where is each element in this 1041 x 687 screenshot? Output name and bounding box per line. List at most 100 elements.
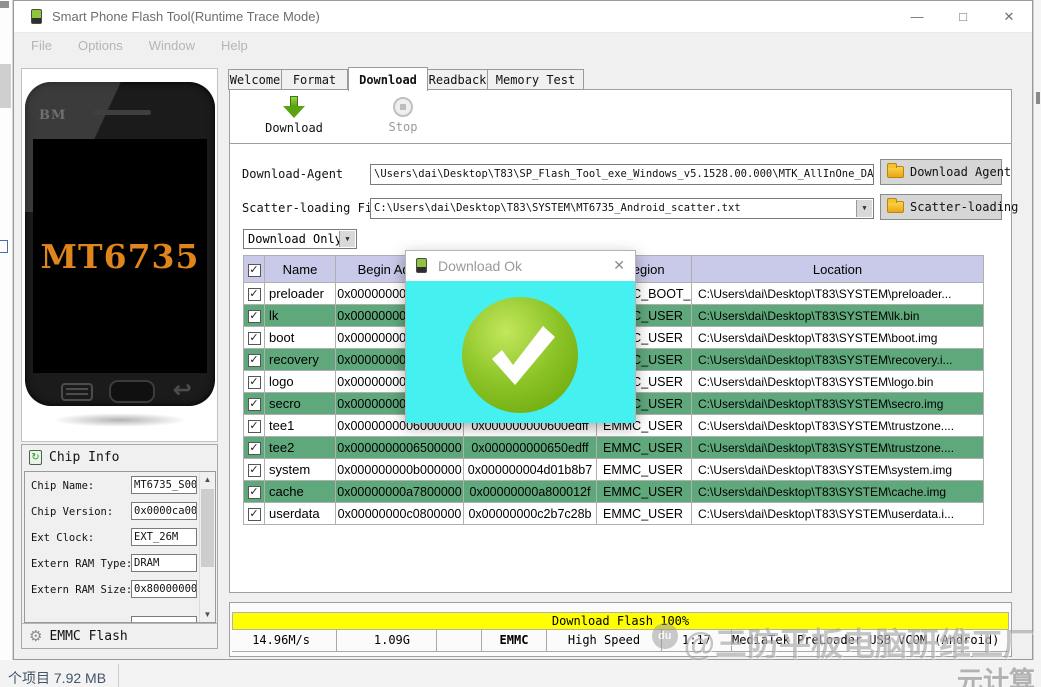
status-bar: 14.96M/s 1.09G EMMC High Speed 1:17 Medi… (232, 630, 1009, 652)
partition-name: cache (265, 481, 336, 503)
status-data-size: 1.09G (337, 630, 437, 652)
phone-menu-icon (61, 383, 93, 401)
maximize-button[interactable]: □ (940, 1, 986, 32)
chip-info-icon: ↻ (29, 450, 42, 465)
phone-shadow (52, 413, 188, 427)
download-action-button[interactable]: Download (246, 94, 342, 140)
table-row[interactable]: system 0x000000000b000000 0x000000004d01… (244, 459, 984, 481)
dialog-title-bar[interactable]: Download Ok ✕ (406, 251, 635, 281)
scroll-down-icon[interactable]: ▼ (200, 608, 215, 622)
partition-name: userdata (265, 503, 336, 525)
partition-location[interactable]: C:\Users\dai\Desktop\T83\SYSTEM\trustzon… (692, 415, 984, 437)
chip-info-scrollbar[interactable]: ▲ ▼ (199, 473, 214, 622)
header-name[interactable]: Name (265, 256, 336, 283)
table-row[interactable]: cache 0x00000000a7800000 0x00000000a8000… (244, 481, 984, 503)
tab-format[interactable]: Format (282, 69, 348, 90)
partition-location[interactable]: C:\Users\dai\Desktop\T83\SYSTEM\lk.bin (692, 305, 984, 327)
explorer-item-count: 个项目 7.92 MB (8, 668, 106, 687)
stop-action-button[interactable]: Stop (355, 94, 451, 140)
row-checkbox[interactable] (248, 486, 261, 499)
table-row[interactable]: userdata 0x00000000c0800000 0x00000000c2… (244, 503, 984, 525)
menu-file[interactable]: File (18, 38, 65, 53)
menu-options[interactable]: Options (65, 38, 136, 53)
partition-location[interactable]: C:\Users\dai\Desktop\T83\SYSTEM\boot.img (692, 327, 984, 349)
row-checkbox[interactable] (248, 310, 261, 323)
partition-location[interactable]: C:\Users\dai\Desktop\T83\SYSTEM\logo.bin (692, 371, 984, 393)
row-checkbox[interactable] (248, 442, 261, 455)
scatter-dropdown-icon[interactable]: ▼ (856, 200, 872, 217)
status-usb-mode: High Speed (547, 630, 662, 652)
partition-region: EMMC_USER (597, 437, 692, 459)
partition-begin-address: 0x0000000006500000 (336, 437, 464, 459)
phone-home-button (109, 380, 155, 403)
row-checkbox[interactable] (248, 398, 261, 411)
minimize-button[interactable]: — (894, 1, 940, 32)
minimize-icon: — (911, 9, 924, 24)
select-all-checkbox[interactable] (248, 264, 261, 277)
scatter-loading-button[interactable]: Scatter-loading (880, 194, 1002, 220)
download-mode-value: Download Only (248, 232, 342, 246)
stop-action-label: Stop (355, 120, 451, 134)
toolbar-separator (230, 143, 1011, 144)
row-checkbox[interactable] (248, 354, 261, 367)
table-row[interactable]: tee2 0x0000000006500000 0x000000000650ed… (244, 437, 984, 459)
chip-info-row: Chip Version: 0x0000ca00 (25, 498, 199, 524)
tab-welcome[interactable]: Welcome (228, 69, 282, 90)
dialog-title: Download Ok (438, 258, 522, 274)
chip-field-value: 0x0000ca00 (131, 502, 197, 520)
partition-location[interactable]: C:\Users\dai\Desktop\T83\SYSTEM\secro.im… (692, 393, 984, 415)
chip-info-title: Chip Info (49, 450, 119, 465)
scatter-file-combobox[interactable]: C:\Users\dai\Desktop\T83\SYSTEM\MT6735_A… (370, 198, 874, 219)
partition-location[interactable]: C:\Users\dai\Desktop\T83\SYSTEM\preloade… (692, 283, 984, 305)
partition-location[interactable]: C:\Users\dai\Desktop\T83\SYSTEM\trustzon… (692, 437, 984, 459)
partition-location[interactable]: C:\Users\dai\Desktop\T83\SYSTEM\system.i… (692, 459, 984, 481)
menu-help[interactable]: Help (208, 38, 261, 53)
partition-end-address: 0x000000000650edff (464, 437, 597, 459)
download-agent-input[interactable]: \Users\dai\Desktop\T83\SP_Flash_Tool_exe… (370, 164, 874, 185)
menu-window[interactable]: Window (136, 38, 208, 53)
phone-brand-label: BM (39, 108, 66, 123)
chip-info-row: Chip Name: MT6735_S00 (25, 472, 199, 498)
scrollbar-thumb[interactable] (201, 489, 214, 567)
close-button[interactable]: ✕ (986, 1, 1032, 32)
partition-region: EMMC_USER (597, 503, 692, 525)
window-title: Smart Phone Flash Tool(Runtime Trace Mod… (52, 9, 320, 24)
phone-nav-row: ↩ (25, 380, 215, 406)
emmc-flash-header[interactable]: ⚙ EMMC Flash (22, 623, 217, 649)
header-location[interactable]: Location (692, 256, 984, 283)
download-agent-label: Download-Agent (242, 167, 343, 181)
download-mode-combobox[interactable]: Download Only ▼ (243, 229, 357, 249)
download-agent-button[interactable]: Download Agent (880, 159, 1002, 185)
partition-name: tee2 (265, 437, 336, 459)
partition-region: EMMC_USER (597, 459, 692, 481)
tab-readback[interactable]: Readback (428, 69, 488, 90)
tab-memory-test[interactable]: Memory Test (488, 69, 584, 90)
row-checkbox[interactable] (248, 508, 261, 521)
dialog-close-icon[interactable]: ✕ (613, 257, 625, 274)
partition-location[interactable]: C:\Users\dai\Desktop\T83\SYSTEM\userdata… (692, 503, 984, 525)
partition-name: lk (265, 305, 336, 327)
partition-location[interactable]: C:\Users\dai\Desktop\T83\SYSTEM\cache.im… (692, 481, 984, 503)
row-checkbox[interactable] (248, 376, 261, 389)
partition-begin-address: 0x00000000a7800000 (336, 481, 464, 503)
phone-screen: MT6735 (33, 139, 207, 373)
status-time: 1:17 (662, 630, 732, 652)
partition-region: EMMC_USER (597, 481, 692, 503)
tab-download[interactable]: Download (348, 67, 428, 91)
scroll-up-icon[interactable]: ▲ (200, 473, 215, 487)
download-ok-dialog: Download Ok ✕ (405, 250, 636, 422)
explorer-status-divider (118, 664, 119, 687)
row-checkbox[interactable] (248, 420, 261, 433)
row-checkbox[interactable] (248, 332, 261, 345)
background-corner-glyph (0, 1, 9, 8)
chip-field-label: Chip Name: (31, 480, 94, 492)
row-checkbox[interactable] (248, 288, 261, 301)
chip-info-rows: Chip Name: MT6735_S00 Chip Version: 0x00… (25, 472, 199, 602)
row-checkbox[interactable] (248, 464, 261, 477)
mode-dropdown-icon[interactable]: ▼ (339, 231, 355, 247)
background-gray-block (0, 64, 11, 108)
partition-location[interactable]: C:\Users\dai\Desktop\T83\SYSTEM\recovery… (692, 349, 984, 371)
scatter-loading-label: Scatter-loading File (242, 201, 387, 215)
partition-name: preloader (265, 283, 336, 305)
chip-field-value: EXT_26M (131, 528, 197, 546)
